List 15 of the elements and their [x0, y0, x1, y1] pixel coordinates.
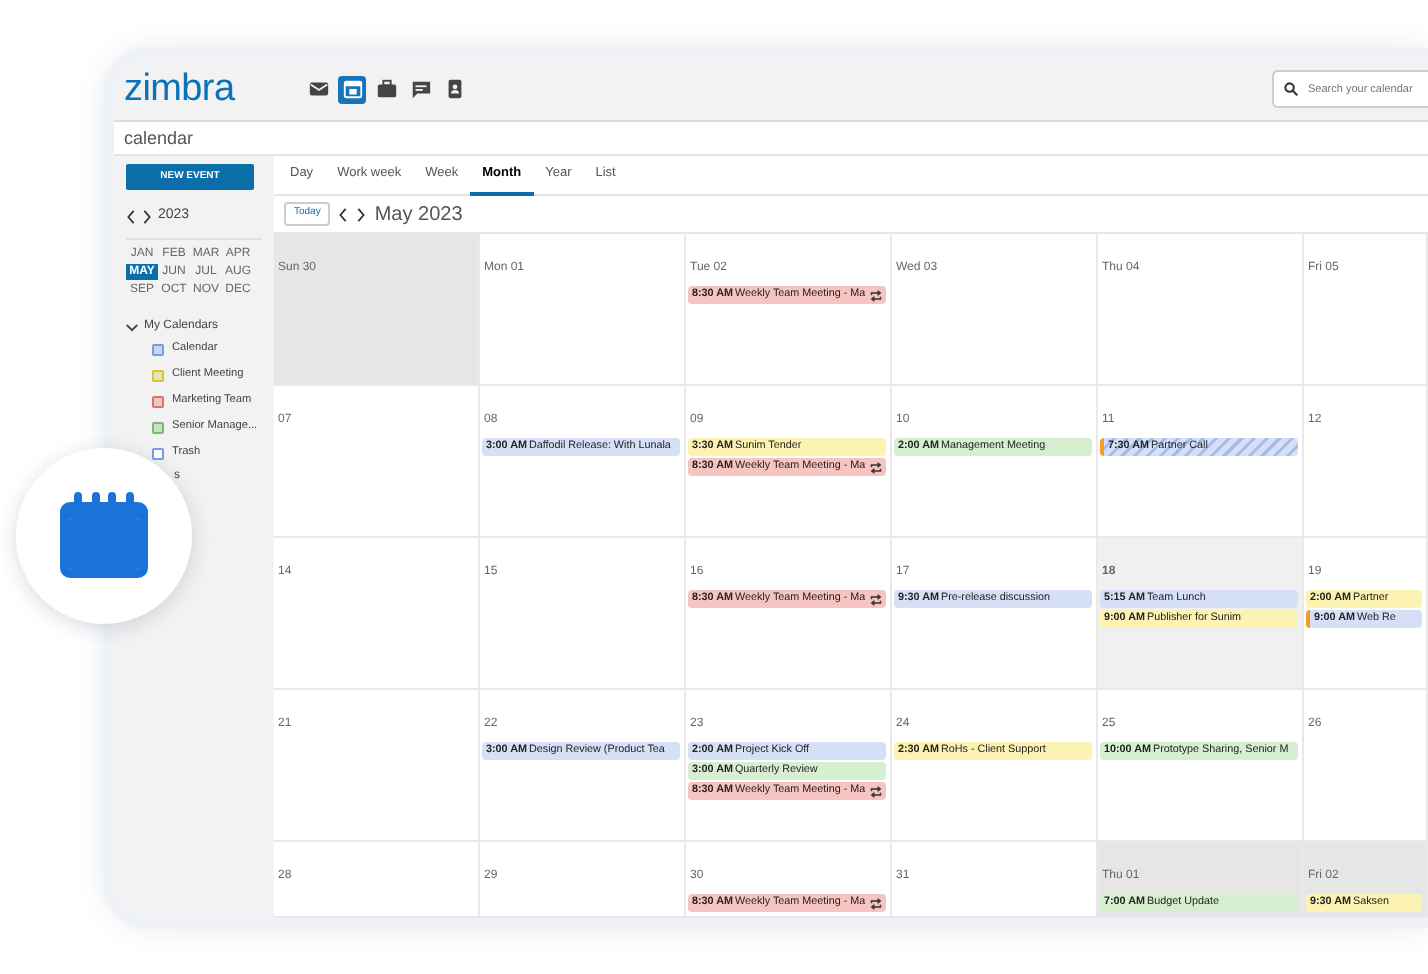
zimbra-logo: zimbra — [124, 70, 237, 108]
next-year-icon[interactable] — [142, 209, 152, 223]
previous-month-icon[interactable] — [338, 207, 349, 221]
checkbox[interactable] — [152, 447, 164, 459]
expand-icon[interactable] — [126, 321, 138, 333]
previous-year-icon[interactable] — [126, 209, 136, 223]
checkbox[interactable] — [152, 395, 164, 407]
briefcase-app-button[interactable] — [372, 75, 400, 103]
checkbox[interactable] — [152, 369, 164, 381]
checkbox[interactable] — [152, 343, 164, 355]
month-title: May 2023 — [374, 201, 463, 229]
checkbox[interactable] — [152, 421, 164, 433]
calendar-app-button[interactable] — [338, 75, 366, 103]
calendar-icon — [58, 492, 150, 580]
next-month-icon[interactable] — [356, 207, 367, 221]
